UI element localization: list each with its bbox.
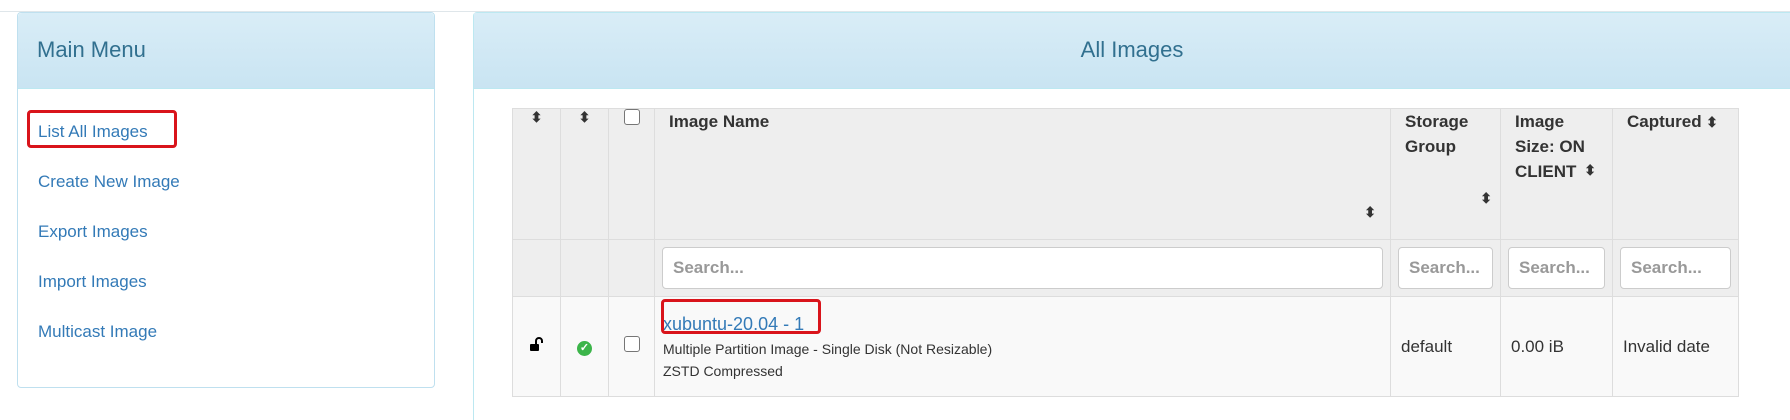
menu-item-import-images[interactable]: Import Images: [38, 272, 147, 294]
all-images-title: All Images: [474, 13, 1790, 89]
search-cell-empty: [560, 239, 609, 297]
status-cell: ✓: [560, 296, 609, 397]
column-header-status[interactable]: ⬍: [560, 108, 609, 240]
storage-group-search-input[interactable]: [1398, 247, 1493, 289]
search-cell-image-name: [654, 239, 1391, 297]
image-size-search-input[interactable]: [1508, 247, 1605, 289]
column-label-image-size: Image Size: ON CLIENT: [1515, 112, 1585, 181]
image-name-search-input[interactable]: [662, 247, 1383, 289]
select-cell: [608, 296, 655, 397]
column-label-captured: Captured: [1627, 112, 1702, 131]
menu-item-export-images[interactable]: Export Images: [38, 222, 148, 244]
search-cell-image-size: [1500, 239, 1613, 297]
column-header-image-size[interactable]: Image Size: ON CLIENT ⬍: [1500, 108, 1613, 240]
image-size-value: 0.00 iB: [1511, 336, 1564, 356]
check-circle-icon: ✓: [577, 340, 592, 356]
column-header-lock[interactable]: ⬍: [512, 108, 561, 240]
menu-item-multicast-image[interactable]: Multicast Image: [38, 322, 157, 344]
menu-item-create-new-image[interactable]: Create New Image: [38, 172, 180, 194]
sort-icon[interactable]: ⬍: [1584, 163, 1596, 177]
sort-icon[interactable]: ⬍: [1706, 115, 1718, 129]
column-header-captured[interactable]: Captured ⬍: [1612, 108, 1739, 240]
column-header-image-name[interactable]: Image Name ⬍: [654, 108, 1391, 240]
image-name-cell: xubuntu-20.04 - 1 Multiple Partition Ima…: [654, 296, 1391, 397]
column-header-select: [608, 108, 655, 240]
table-row: ✓ xubuntu-20.04 - 1 Multiple Partition I…: [512, 296, 1739, 397]
top-bar: [0, 0, 1790, 12]
storage-group-cell: default: [1390, 296, 1501, 397]
select-all-checkbox[interactable]: [623, 109, 640, 125]
image-compression: ZSTD Compressed: [663, 363, 783, 379]
column-label-storage-group: Storage Group: [1405, 112, 1469, 156]
search-cell-storage-group: [1390, 239, 1501, 297]
sort-icon[interactable]: ⬍: [579, 110, 591, 124]
menu-item-list-all-images[interactable]: List All Images: [38, 122, 148, 144]
captured-cell: Invalid date: [1612, 296, 1739, 397]
search-cell-empty: [608, 239, 655, 297]
image-name-link[interactable]: xubuntu-20.04 - 1: [663, 314, 804, 334]
unlocked-padlock-icon[interactable]: [529, 336, 545, 357]
column-header-storage-group[interactable]: Storage Group ⬍: [1390, 108, 1501, 240]
row-select-checkbox[interactable]: [623, 336, 640, 352]
search-cell-captured: [1612, 239, 1739, 297]
image-description: Multiple Partition Image - Single Disk (…: [663, 341, 993, 357]
captured-search-input[interactable]: [1620, 247, 1731, 289]
main-menu-title: Main Menu: [18, 13, 434, 89]
sort-icon[interactable]: ⬍: [1480, 191, 1492, 205]
search-cell-empty: [512, 239, 561, 297]
captured-value: Invalid date: [1623, 336, 1710, 356]
sort-icon[interactable]: ⬍: [531, 110, 543, 124]
image-size-cell: 0.00 iB: [1500, 296, 1613, 397]
storage-group-value: default: [1401, 336, 1453, 356]
images-table: ⬍ ⬍ Image Name ⬍ Storage Group ⬍ Image S…: [512, 108, 1739, 397]
column-label-image-name: Image Name: [669, 112, 770, 131]
lock-cell: [512, 296, 561, 397]
sort-icon[interactable]: ⬍: [1364, 205, 1376, 219]
